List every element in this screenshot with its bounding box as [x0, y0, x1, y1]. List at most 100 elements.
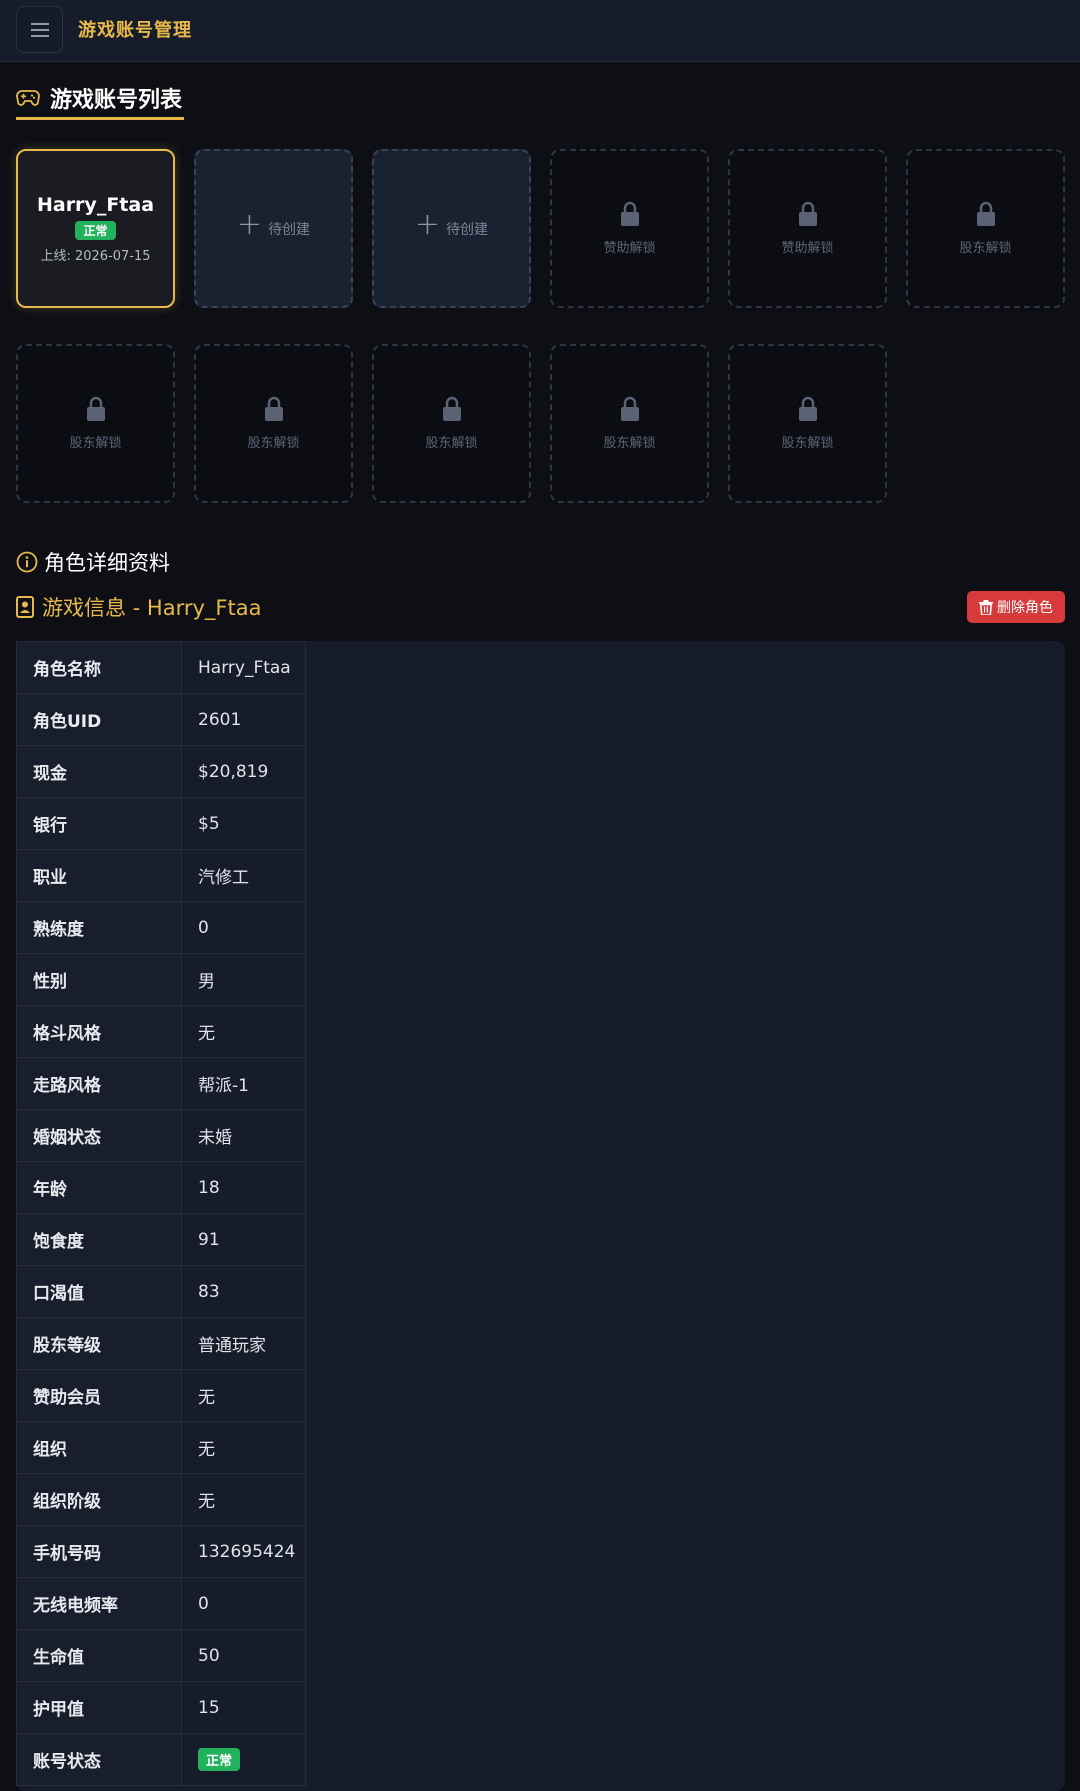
table-row: 生命值 50 — [16, 1629, 306, 1682]
table-row: 无线电频率 0 — [16, 1577, 306, 1630]
info-key: 性别 — [16, 953, 182, 1006]
table-row: 账号状态 正常 — [16, 1733, 306, 1786]
account-card-locked[interactable]: 股东解锁 — [906, 149, 1065, 308]
hamburger-icon — [30, 22, 49, 37]
info-value: 50 — [181, 1629, 306, 1682]
table-row: 性别男 — [16, 953, 306, 1006]
info-key: 走路风格 — [16, 1057, 182, 1110]
gamepad-icon — [16, 89, 40, 106]
plus-icon: + — [414, 206, 441, 242]
table-row: 角色UID 2601 — [16, 693, 306, 746]
menu-button[interactable] — [16, 6, 63, 53]
lock-label: 股东解锁 — [959, 241, 1012, 256]
table-row: 走路风格 帮派-1 — [16, 1057, 306, 1110]
account-card-active[interactable]: Harry_Ftaa 正常 上线: 2026-07-15 — [16, 149, 175, 308]
info-key: 账号状态 — [16, 1733, 182, 1786]
card-account-name: Harry_Ftaa — [36, 193, 155, 216]
info-key: 熟练度 — [16, 901, 182, 954]
info-value: 83 — [181, 1265, 306, 1318]
detail-heading: 角色详细资料 — [16, 547, 170, 577]
info-value: 91 — [181, 1213, 306, 1266]
trash-icon — [979, 599, 993, 615]
character-info-table: 角色名称 Harry_Ftaa 角色UID 2601 现金 $20,819 银行 $5 职业 汽修… — [16, 641, 306, 1786]
account-cards: Harry_Ftaa 正常 上线: 2026-07-15 + 待创建 + 待创建… — [16, 149, 1068, 503]
table-row: 熟练度 0 — [16, 901, 306, 954]
lock-icon — [976, 201, 995, 226]
info-value: 普通玩家 — [181, 1317, 306, 1370]
info-key: 生命值 — [16, 1629, 182, 1682]
info-key: 银行 — [16, 797, 182, 850]
table-row: 饱食度 91 — [16, 1213, 306, 1266]
info-key: 护甲值 — [16, 1681, 182, 1734]
table-row: 股东等级 普通玩家 — [16, 1317, 306, 1370]
lock-label: 股东解锁 — [425, 436, 478, 451]
info-key: 组织阶级 — [16, 1473, 182, 1526]
info-value: 正常 — [181, 1733, 306, 1786]
table-row: 手机号码 132695424 — [16, 1525, 306, 1578]
lock-icon — [798, 201, 817, 226]
table-row: 银行 $5 — [16, 797, 306, 850]
status-badge: 正常 — [75, 220, 116, 240]
info-value: 0 — [181, 901, 306, 954]
info-value: $20,819 — [181, 745, 306, 798]
lock-label: 赞助解锁 — [781, 241, 834, 256]
info-key: 角色名称 — [16, 641, 182, 694]
account-card-create[interactable]: + 待创建 — [372, 149, 531, 308]
account-card-locked[interactable]: 股东解锁 — [728, 344, 887, 503]
info-key: 年龄 — [16, 1161, 182, 1214]
info-value: Harry_Ftaa — [181, 641, 306, 694]
info-value: 无 — [181, 1005, 306, 1058]
info-value: 男 — [181, 953, 306, 1006]
card-online-date: 上线: 2026-07-15 — [40, 248, 151, 264]
lock-label: 赞助解锁 — [603, 241, 656, 256]
account-card-locked[interactable]: 股东解锁 — [372, 344, 531, 503]
info-value: 汽修工 — [181, 849, 306, 902]
table-row: 口渴值 83 — [16, 1265, 306, 1318]
account-card-locked[interactable]: 赞助解锁 — [728, 149, 887, 308]
table-row: 角色名称 Harry_Ftaa — [16, 641, 306, 694]
game-info-text: 游戏信息 - Harry_Ftaa — [42, 596, 262, 620]
table-row: 婚姻状态 未婚 — [16, 1109, 306, 1162]
info-key: 无线电频率 — [16, 1577, 182, 1630]
game-info-heading: 游戏信息 - Harry_Ftaa — [16, 592, 261, 622]
lock-label: 股东解锁 — [781, 436, 834, 451]
top-bar: 游戏账号管理 — [0, 0, 1080, 62]
info-key: 赞助会员 — [16, 1369, 182, 1422]
info-value: 18 — [181, 1161, 306, 1214]
info-key: 股东等级 — [16, 1317, 182, 1370]
create-label: 待创建 — [446, 221, 489, 238]
id-card-icon — [16, 596, 34, 618]
lock-label: 股东解锁 — [247, 436, 300, 451]
section-title-text: 游戏账号列表 — [50, 87, 183, 113]
account-card-create[interactable]: + 待创建 — [194, 149, 353, 308]
info-value: 2601 — [181, 693, 306, 746]
info-key: 现金 — [16, 745, 182, 798]
info-key: 口渴值 — [16, 1265, 182, 1318]
info-value: 无 — [181, 1421, 306, 1474]
info-value: 132695424 — [181, 1525, 306, 1578]
info-key: 角色UID — [16, 693, 182, 746]
info-key: 手机号码 — [16, 1525, 182, 1578]
lock-icon — [620, 396, 639, 421]
account-status-badge: 正常 — [198, 1748, 241, 1771]
detail-heading-text: 角色详细资料 — [44, 551, 170, 575]
app-title: 游戏账号管理 — [78, 20, 192, 41]
delete-character-button[interactable]: 删除角色 — [967, 591, 1065, 623]
account-list-title: 游戏账号列表 — [16, 78, 185, 120]
lock-icon — [442, 396, 461, 421]
info-value: $5 — [181, 797, 306, 850]
table-row: 赞助会员无 — [16, 1369, 306, 1422]
account-card-locked[interactable]: 股东解锁 — [16, 344, 175, 503]
info-value: 未婚 — [181, 1109, 306, 1162]
account-card-locked[interactable]: 股东解锁 — [194, 344, 353, 503]
table-row: 年龄 18 — [16, 1161, 306, 1214]
account-card-locked[interactable]: 赞助解锁 — [550, 149, 709, 308]
table-row: 格斗风格无 — [16, 1005, 306, 1058]
info-icon — [16, 551, 38, 573]
lock-icon — [264, 396, 283, 421]
lock-icon — [86, 396, 105, 421]
info-value: 帮派-1 — [181, 1057, 306, 1110]
account-card-locked[interactable]: 股东解锁 — [550, 344, 709, 503]
info-key: 组织 — [16, 1421, 182, 1474]
info-key: 婚姻状态 — [16, 1109, 182, 1162]
